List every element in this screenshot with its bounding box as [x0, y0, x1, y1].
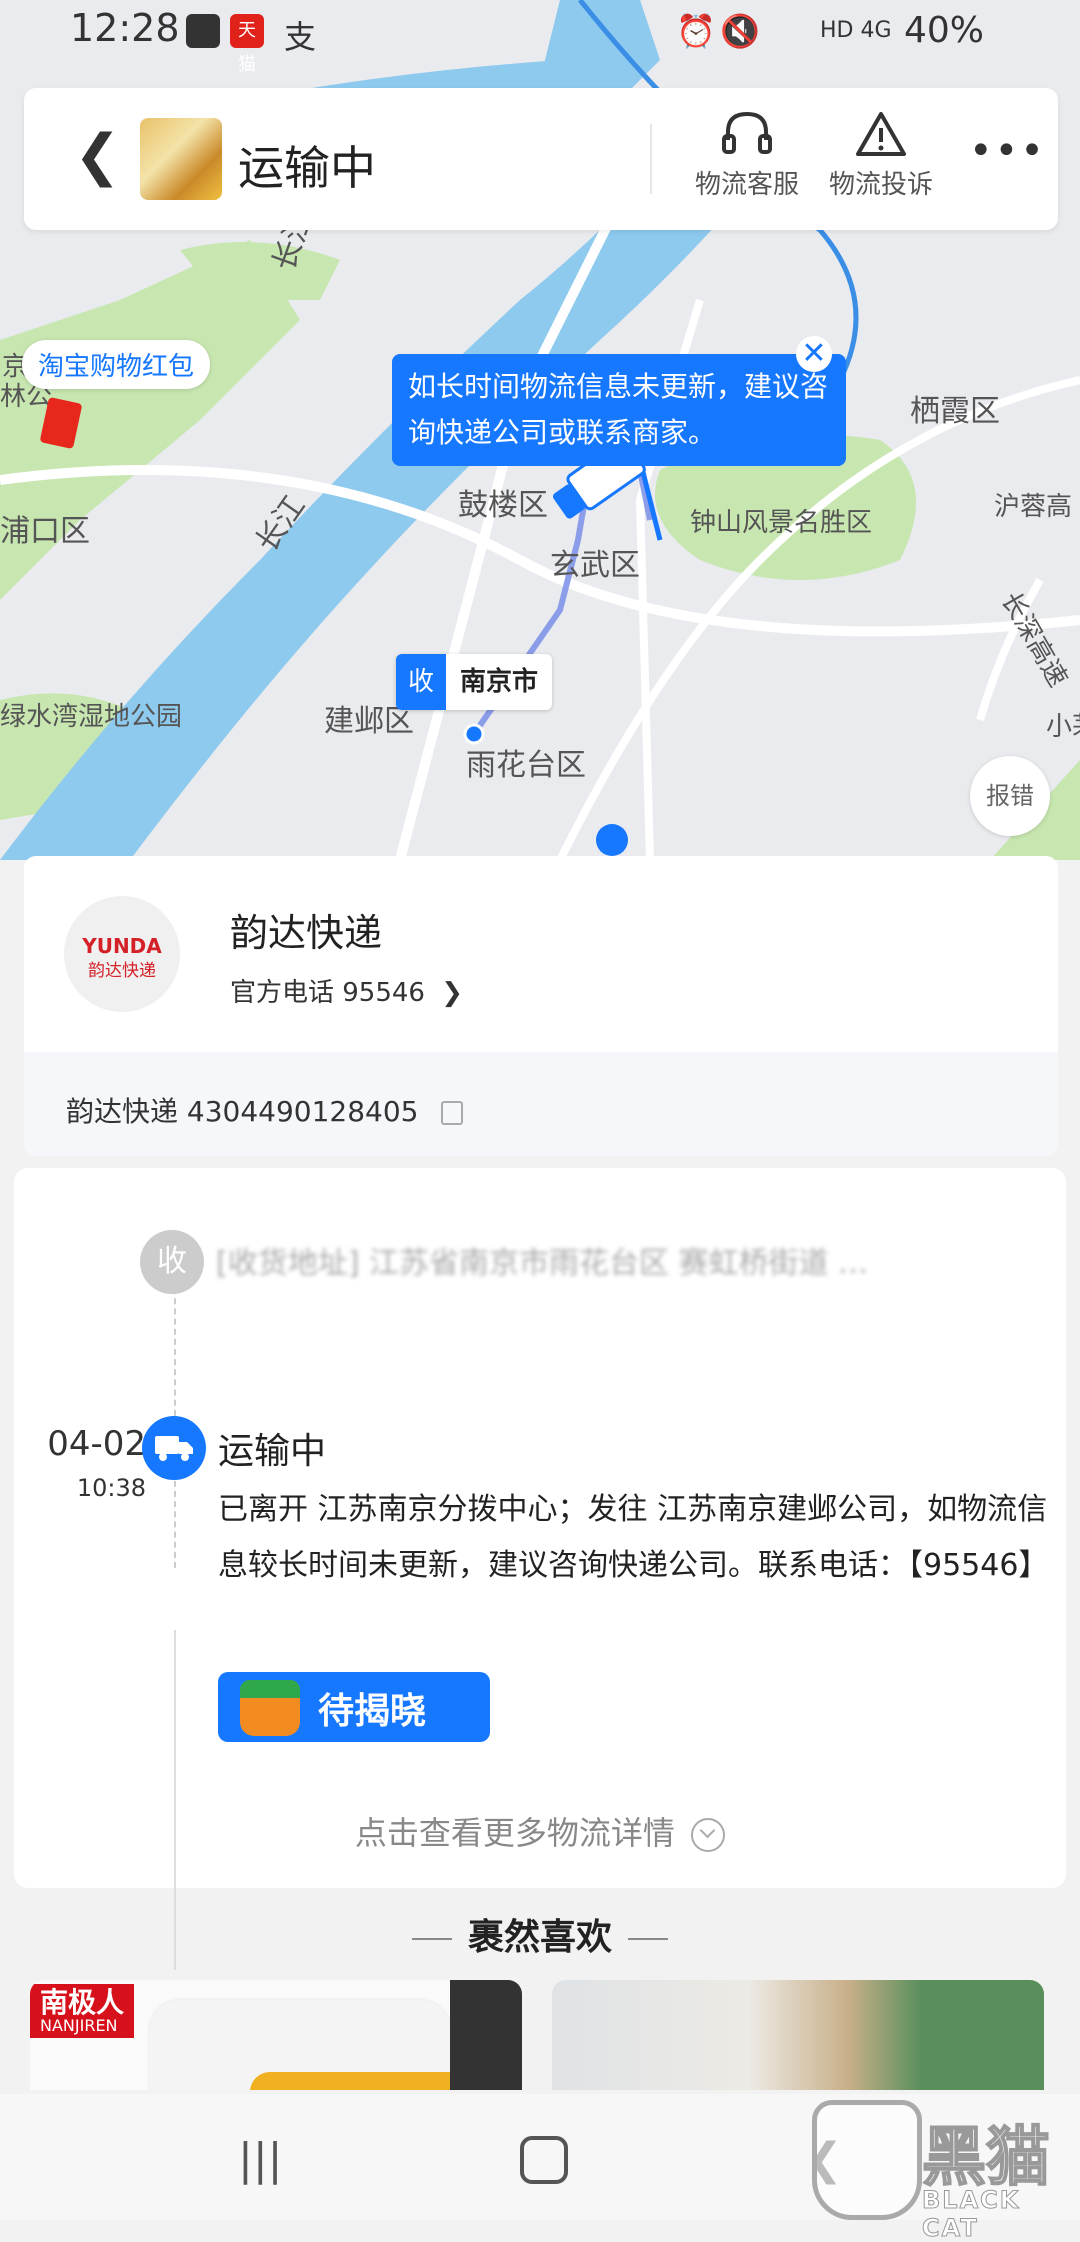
tracking-number-row: 韵达快递 4304490128405 — [66, 1090, 464, 1130]
destination-city: 南京市 — [446, 654, 553, 710]
update-tip: 如长时间物流信息未更新，建议咨询快递公司或联系商家。 — [392, 354, 846, 466]
copy-icon[interactable] — [441, 1101, 464, 1125]
map-label: 浦口区 — [0, 514, 90, 549]
red-packet-promo[interactable]: 淘宝购物红包 — [22, 340, 222, 450]
destination-tag: 收 南京市 — [396, 654, 553, 710]
back-icon[interactable]: ❮ — [74, 128, 121, 184]
product-thumbnail[interactable] — [140, 118, 222, 200]
event-description: 已离开 江苏南京分拨中心；发往 江苏南京建邺公司，如物流信息较长时间未更新，建议… — [218, 1492, 1049, 1583]
more-details-link[interactable]: 点击查看更多物流详情 — [14, 1808, 1066, 1854]
page-title: 运输中 — [238, 141, 376, 195]
recommend-title: 裹然喜欢 — [467, 1917, 612, 1958]
map-label: 鼓楼区 — [458, 488, 548, 523]
more-details-label: 点击查看更多物流详情 — [354, 1814, 675, 1852]
alarm-icon: ⏰ — [676, 12, 716, 50]
chevron-down-icon — [691, 1818, 726, 1852]
more-icon[interactable]: ••• — [969, 128, 1046, 174]
event-status: 运输中 — [218, 1431, 327, 1472]
tracking-number: 韵达快递 4304490128405 — [66, 1095, 419, 1128]
clock: 12:28 — [70, 6, 180, 50]
brand-badge: 南极人 NANJIREN — [30, 1984, 135, 2038]
report-error-button[interactable]: 报错 — [970, 756, 1050, 836]
map-label: 钟山风景名胜区 — [690, 508, 873, 538]
divider — [411, 1938, 452, 1940]
courier-logo: YUNDA 韵达快递 — [64, 896, 180, 1012]
home-icon[interactable] — [520, 2136, 568, 2184]
map-label: 栖霞区 — [910, 394, 1000, 429]
cat-logo-icon — [812, 2100, 922, 2220]
reveal-button[interactable]: 待揭晓 — [218, 1672, 490, 1742]
map-label: 绿水湾湿地公园 — [0, 702, 183, 732]
divider — [628, 1938, 668, 1940]
watermark: 黑猫 BLACK CAT — [812, 2100, 1080, 2242]
watermark-main: 黑猫 — [921, 2120, 1051, 2196]
brand-name: 南极人 — [40, 1986, 125, 2019]
product-card[interactable]: 南极人 NANJIREN — [30, 1980, 522, 2090]
gallery-icon — [186, 14, 220, 48]
brand-name-en: NANJIREN — [40, 2016, 118, 2035]
status-bar: 12:28 天猫 支 ⏰ 🔇 HD 4G 40% — [0, 0, 1080, 75]
battery-level: 40% — [904, 10, 985, 51]
alipay-icon: 支 — [284, 18, 317, 56]
recents-icon[interactable]: ||| — [238, 2134, 282, 2185]
product-image — [450, 1980, 522, 2090]
event-time: 10:38 — [76, 1474, 146, 1502]
product-card[interactable] — [552, 1980, 1044, 2090]
chevron-right-icon: ❯ — [441, 978, 464, 1008]
courier-phone: 官方电话 95546 — [230, 978, 425, 1008]
red-packet-label: 淘宝购物红包 — [22, 340, 211, 389]
divider — [650, 124, 652, 194]
truck-icon — [155, 1436, 193, 1461]
mascot-icon — [240, 1680, 300, 1736]
map-label: 雨花台区 — [466, 748, 586, 783]
courier-card: YUNDA 韵达快递 韵达快递 官方电话 95546 ❯ 韵达快递 430449… — [24, 856, 1058, 1156]
logistics-service-button[interactable]: 物流客服 — [682, 110, 812, 201]
timeline-card: 收 [收货地址] 江苏省南京市雨花台区 赛虹桥街道 … 04-02 10:38 … — [14, 1168, 1066, 1970]
courier-name: 韵达快递 — [230, 911, 383, 955]
courier-logo-cn: 韵达快递 — [88, 961, 156, 981]
event-date: 04-02 — [47, 1424, 146, 1464]
receive-address: [收货地址] 江苏省南京市雨花台区 赛虹桥街道 … — [216, 1246, 869, 1281]
recommend-header: 裹然喜欢 — [0, 1908, 1080, 1960]
truck-node — [142, 1416, 206, 1480]
headset-icon — [722, 111, 772, 154]
close-icon[interactable]: ✕ — [796, 336, 832, 372]
receive-node: 收 — [140, 1230, 204, 1294]
courier-phone-link[interactable]: 官方电话 95546 ❯ — [230, 972, 463, 1009]
receive-badge: 收 — [396, 654, 447, 710]
logistics-complaint-label: 物流投诉 — [828, 170, 933, 200]
network-indicator: HD 4G — [820, 18, 892, 43]
header-card: ❮ 运输中 物流客服 物流投诉 ••• — [24, 88, 1058, 230]
watermark-sub: BLACK CAT — [922, 2186, 1021, 2242]
map-label: 小茅 — [1046, 712, 1080, 742]
logistics-service-label: 物流客服 — [694, 170, 799, 200]
warning-icon — [856, 112, 906, 156]
mute-icon: 🔇 — [720, 12, 760, 50]
map-label: 沪蓉高 — [994, 492, 1073, 522]
reveal-label: 待揭晓 — [318, 1691, 427, 1732]
map-label: 玄武区 — [550, 548, 640, 583]
tmall-icon: 天猫 — [230, 14, 264, 75]
logistics-complaint-button[interactable]: 物流投诉 — [816, 110, 946, 201]
courier-logo-en: YUNDA — [82, 934, 162, 958]
